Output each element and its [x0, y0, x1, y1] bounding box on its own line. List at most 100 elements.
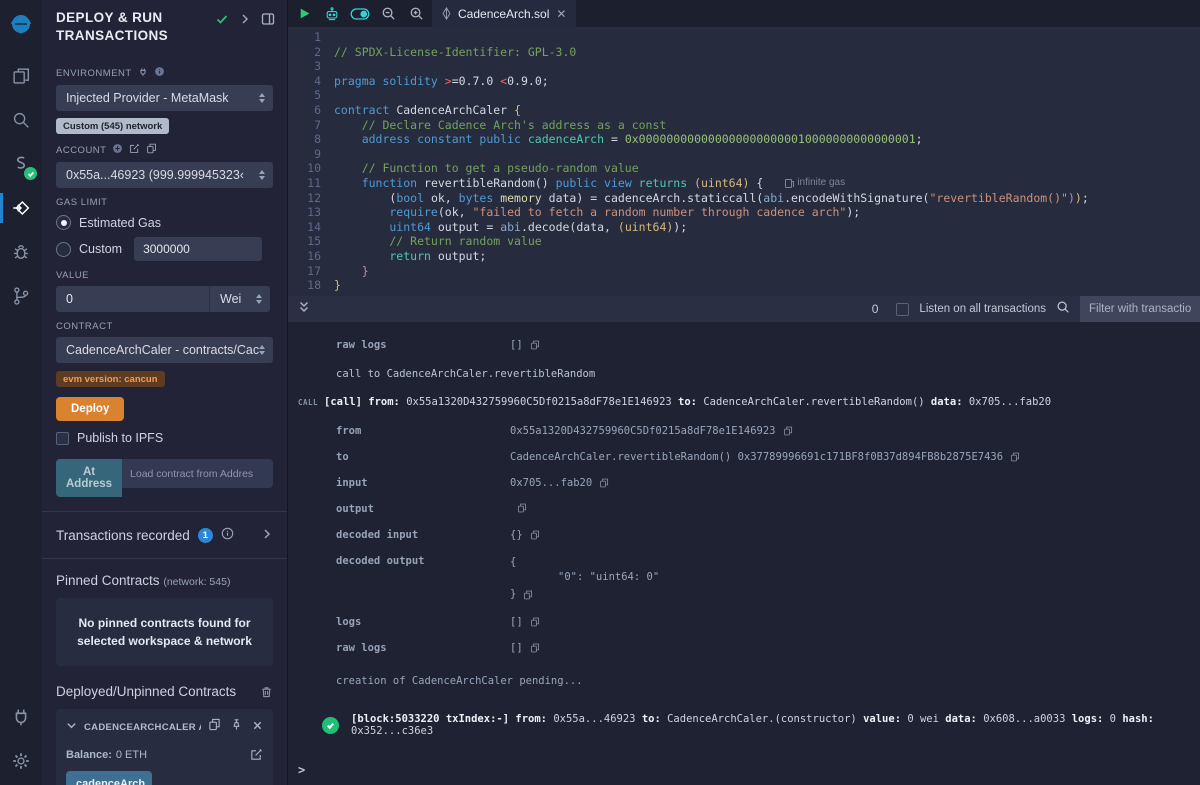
contract-label: CONTRACT: [56, 321, 273, 332]
code-line[interactable]: 13 require(ok, "failed to fetch a random…: [288, 205, 1200, 220]
copy-icon[interactable]: [530, 340, 540, 350]
tab-cadencearch-sol[interactable]: CadenceArch.sol ✕: [432, 0, 576, 27]
plug-icon[interactable]: [138, 67, 148, 80]
copy-address-icon[interactable]: [208, 718, 221, 736]
copy-icon[interactable]: [530, 530, 540, 540]
terminal-filter-input[interactable]: [1080, 296, 1200, 322]
code-line[interactable]: 4pragma solidity >=0.7.0 <0.9.0;: [288, 74, 1200, 89]
deployed-contract-name[interactable]: CADENCEARCHCALER AT 0X...: [84, 722, 201, 733]
at-address-button[interactable]: At Address: [56, 459, 122, 497]
solidity-compiler-icon[interactable]: [0, 144, 42, 184]
collapse-terminal-icon[interactable]: [298, 300, 310, 319]
transactions-recorded-row[interactable]: Transactions recorded 1: [56, 512, 273, 558]
pinned-empty-message: No pinned contracts found for selected w…: [56, 598, 273, 666]
code-line[interactable]: 6contract CadenceArchCaler {: [288, 103, 1200, 118]
copy-account-icon[interactable]: [146, 143, 157, 157]
deploy-button[interactable]: Deploy: [56, 397, 124, 421]
ai-assistant-icon[interactable]: [320, 3, 344, 25]
copy-icon[interactable]: [530, 617, 540, 627]
chevron-right-icon[interactable]: [261, 528, 273, 543]
code-line[interactable]: 7 // Declare Cadence Arch's address as a…: [288, 118, 1200, 133]
zoom-out-icon[interactable]: [376, 3, 400, 25]
code-line[interactable]: 8 address constant public cadenceArch = …: [288, 132, 1200, 147]
code-line[interactable]: 17 }: [288, 264, 1200, 279]
terminal-row-logs: logs []: [336, 609, 1200, 635]
code-line[interactable]: 11 function revertibleRandom() public vi…: [288, 176, 1200, 191]
copilot-toggle-icon[interactable]: [348, 3, 372, 25]
publish-ipfs-checkbox[interactable]: [56, 432, 69, 445]
remix-logo-icon[interactable]: [0, 6, 42, 46]
git-icon[interactable]: [0, 276, 42, 316]
code-editor[interactable]: 12// SPDX-License-Identifier: GPL-3.034p…: [288, 27, 1200, 296]
plugin-manager-icon[interactable]: [0, 697, 42, 737]
custom-gas-input[interactable]: [134, 237, 262, 261]
fn-cadenceArch-button[interactable]: cadenceArch: [66, 771, 152, 785]
pin-panel-icon[interactable]: [261, 12, 275, 31]
code-line[interactable]: 2// SPDX-License-Identifier: GPL-3.0: [288, 45, 1200, 60]
edit-balance-icon[interactable]: [250, 748, 263, 761]
environment-select[interactable]: Injected Provider - MetaMask: [56, 85, 273, 111]
code-line[interactable]: 14 uint64 output = abi.decode(data, (uin…: [288, 220, 1200, 235]
terminal-output[interactable]: raw logs [] call to CadenceArchCaler.rev…: [288, 322, 1200, 785]
info-icon[interactable]: [154, 66, 165, 80]
code-line[interactable]: 3: [288, 59, 1200, 74]
code-line[interactable]: 1: [288, 30, 1200, 45]
file-explorer-icon[interactable]: [0, 56, 42, 96]
code-text: }: [334, 278, 341, 293]
search-icon[interactable]: [0, 100, 42, 140]
copy-icon[interactable]: [783, 426, 793, 436]
run-script-icon[interactable]: [292, 3, 316, 25]
sign-message-icon[interactable]: [129, 143, 140, 157]
code-line[interactable]: 15 // Return random value: [288, 234, 1200, 249]
terminal-search-icon[interactable]: [1056, 300, 1070, 319]
copy-icon[interactable]: [599, 478, 609, 488]
copy-icon[interactable]: [530, 643, 540, 653]
info-icon[interactable]: [221, 527, 234, 543]
code-line[interactable]: 5: [288, 88, 1200, 103]
estimated-gas-option[interactable]: Estimated Gas: [56, 215, 273, 230]
line-number: 17: [288, 264, 334, 279]
code-text: contract CadenceArchCaler {: [334, 103, 521, 118]
terminal-row-raw-logs: raw logs []: [336, 635, 1200, 661]
select-stepper-icon: [256, 294, 262, 304]
value-input[interactable]: [56, 286, 210, 312]
chevron-down-icon[interactable]: [66, 718, 77, 736]
code-line[interactable]: 12 (bool ok, bytes memory data) = cadenc…: [288, 191, 1200, 206]
block-confirmation-row[interactable]: [block:5033220 txIndex:-] from: 0x55a...…: [322, 713, 1200, 737]
publish-ipfs-option[interactable]: Publish to IPFS: [56, 431, 273, 445]
expand-panel-icon[interactable]: [239, 12, 251, 30]
value-unit-select[interactable]: Wei: [210, 286, 270, 312]
solidity-icon: [442, 7, 451, 20]
deploy-run-icon[interactable]: [0, 188, 42, 228]
line-number: 9: [288, 147, 334, 162]
copy-icon[interactable]: [1010, 452, 1020, 462]
copy-icon[interactable]: [517, 503, 527, 513]
custom-gas-option[interactable]: Custom: [56, 237, 273, 261]
code-line[interactable]: 16 return output;: [288, 249, 1200, 264]
line-number: 14: [288, 220, 334, 235]
line-number: 2: [288, 45, 334, 60]
call-summary-row[interactable]: CALL [call] from: 0x55a1320D432759960C5D…: [336, 396, 1200, 408]
code-line[interactable]: 18}: [288, 278, 1200, 293]
close-tab-icon[interactable]: ✕: [556, 7, 566, 21]
code-line[interactable]: 10 // Function to get a pseudo-random va…: [288, 161, 1200, 176]
settings-icon[interactable]: [0, 741, 42, 781]
account-select[interactable]: 0x55a...46923 (999.999945323‹: [56, 162, 273, 188]
environment-label: ENVIRONMENT: [56, 66, 273, 80]
custom-gas-radio[interactable]: [56, 242, 71, 257]
listen-all-checkbox[interactable]: [896, 303, 909, 316]
contract-select[interactable]: CadenceArchCaler - contracts/Cac: [56, 337, 273, 363]
at-address-input[interactable]: [122, 459, 273, 488]
clear-deployed-icon[interactable]: [260, 685, 273, 698]
debugger-icon[interactable]: [0, 232, 42, 272]
estimated-gas-radio[interactable]: [56, 215, 71, 230]
terminal-prompt[interactable]: >: [298, 763, 305, 777]
pin-contract-icon[interactable]: [230, 718, 243, 736]
add-account-icon[interactable]: [112, 143, 123, 157]
close-contract-icon[interactable]: [252, 718, 263, 736]
zoom-in-icon[interactable]: [404, 3, 428, 25]
copy-icon[interactable]: [523, 590, 533, 600]
select-stepper-icon: [259, 345, 265, 355]
code-line[interactable]: 9: [288, 147, 1200, 162]
line-number: 4: [288, 74, 334, 89]
